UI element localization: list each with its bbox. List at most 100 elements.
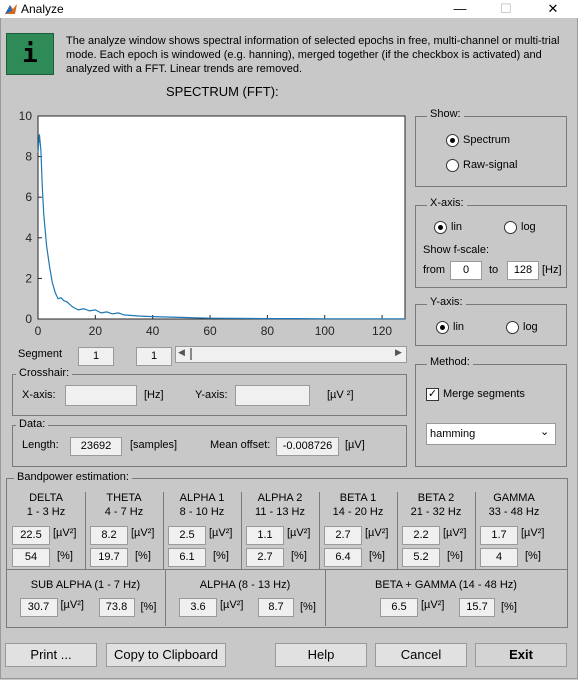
- window-title: Analyze: [21, 2, 64, 16]
- combined-band-name: BETA + GAMMA (14 - 48 Hz): [375, 579, 517, 591]
- exit-button[interactable]: Exit: [475, 643, 567, 667]
- x-tick-label: 100: [315, 324, 335, 338]
- yaxis-lin-radio[interactable]: [436, 321, 449, 334]
- x-tick-label: 120: [372, 324, 392, 338]
- merge-segments-checkbox[interactable]: ✓: [426, 388, 439, 401]
- xaxis-log-radio[interactable]: [504, 221, 517, 234]
- band-percent-field: 6.4: [324, 548, 362, 567]
- method-group: [415, 364, 567, 467]
- analyze-window: Analyze — ☐ ✕ i The analyze window shows…: [0, 0, 578, 680]
- band-divider: [163, 492, 164, 570]
- band-divider: [85, 492, 86, 570]
- crosshair-y-label: Y-axis:: [195, 389, 228, 401]
- band-divider: [319, 492, 320, 570]
- crosshair-title: Crosshair:: [16, 367, 73, 379]
- yaxis-log-label: log: [523, 321, 538, 333]
- chart-title: SPECTRUM (FFT):: [166, 84, 279, 99]
- help-button[interactable]: Help: [275, 643, 367, 667]
- combined-percent-unit: [%]: [501, 601, 517, 613]
- spectrum-label: Spectrum: [463, 134, 511, 146]
- band-name: ALPHA 1: [179, 492, 225, 504]
- to-input[interactable]: 128: [507, 261, 539, 280]
- band-name: DELTA: [29, 492, 63, 504]
- xaxis-title: X-axis:: [427, 197, 467, 209]
- method-title: Method:: [427, 356, 473, 368]
- fscale-label: Show f-scale:: [423, 244, 490, 256]
- band-range: 21 - 32 Hz: [410, 506, 462, 518]
- bandpower-divider: [6, 569, 567, 570]
- y-tick-label: 4: [25, 231, 32, 245]
- from-label: from: [423, 264, 445, 276]
- bandpower-title: Bandpower estimation:: [14, 471, 132, 483]
- print-button[interactable]: Print ...: [5, 643, 97, 667]
- segment-field-1[interactable]: 1: [78, 347, 114, 366]
- minimize-button[interactable]: —: [437, 0, 483, 18]
- band-power-unit: [µV²]: [287, 527, 311, 539]
- segment-field-2[interactable]: 1: [136, 347, 172, 366]
- maximize-button[interactable]: ☐: [483, 0, 529, 18]
- y-tick-label: 6: [25, 190, 32, 204]
- band-power-unit: [µV²]: [443, 527, 467, 539]
- from-input[interactable]: 0: [450, 261, 482, 280]
- band-name: THETA: [106, 492, 142, 504]
- close-button[interactable]: ✕: [530, 0, 576, 18]
- mean-offset-label: Mean offset:: [210, 439, 271, 451]
- cancel-button[interactable]: Cancel: [375, 643, 467, 667]
- band-percent-field: 5.2: [402, 548, 440, 567]
- combined-percent-unit: [%]: [300, 601, 316, 613]
- band-power-field: 2.2: [402, 526, 440, 545]
- band-power-unit: [µV²]: [365, 527, 389, 539]
- combined-band-name: SUB ALPHA (1 - 7 Hz): [30, 579, 141, 591]
- plot-area: [37, 115, 406, 320]
- band-name: BETA 1: [339, 492, 377, 504]
- band-percent-unit: [%]: [291, 550, 307, 562]
- band-percent-field: 4: [480, 548, 518, 567]
- x-tick-label: 60: [203, 324, 217, 338]
- band-percent-unit: [%]: [525, 550, 541, 562]
- band-percent-unit: [%]: [369, 550, 385, 562]
- band-name: BETA 2: [417, 492, 455, 504]
- yaxis-title: Y-axis:: [427, 296, 466, 308]
- title-bar: Analyze — ☐ ✕: [0, 0, 578, 18]
- band-power-field: 1.1: [246, 526, 284, 545]
- combined-power-field: 30.7: [19, 598, 58, 617]
- mean-offset-field: -0.008726: [276, 437, 339, 456]
- matlab-icon: [5, 4, 17, 14]
- combined-power-unit: [µV²]: [60, 599, 84, 611]
- chevron-down-icon[interactable]: ⌄: [540, 425, 549, 438]
- y-tick-label: 8: [25, 150, 32, 164]
- x-tick-label: 0: [35, 324, 42, 338]
- band-range: 14 - 20 Hz: [332, 506, 384, 518]
- y-tick-label: 2: [25, 271, 32, 285]
- xaxis-lin-label: lin: [451, 221, 463, 233]
- band-percent-unit: [%]: [213, 550, 229, 562]
- slider-left-arrow-icon[interactable]: ◀: [178, 347, 185, 358]
- spectrum-radio[interactable]: [446, 134, 459, 147]
- band-range: 4 - 7 Hz: [104, 506, 144, 518]
- crosshair-y-unit: [µV ²]: [327, 389, 354, 401]
- band-percent-field: 54: [12, 548, 50, 567]
- combined-percent-unit: [%]: [140, 601, 157, 613]
- length-unit: [samples]: [130, 439, 178, 451]
- band-percent-unit: [%]: [447, 550, 463, 562]
- crosshair-x-unit: [Hz]: [144, 389, 164, 401]
- show-title: Show:: [427, 108, 464, 120]
- band-percent-field: 6.1: [168, 548, 206, 567]
- merge-segments-label: Merge segments: [443, 388, 525, 400]
- band-percent-unit: [%]: [135, 550, 151, 562]
- yaxis-log-radio[interactable]: [506, 321, 519, 334]
- segment-slider[interactable]: ◀ ▶: [175, 346, 407, 363]
- xaxis-lin-radio[interactable]: [434, 221, 447, 234]
- band-power-field: 8.2: [90, 526, 128, 545]
- xaxis-log-label: log: [521, 221, 536, 233]
- crosshair-y-field: [235, 385, 310, 406]
- raw-signal-radio[interactable]: [446, 159, 459, 172]
- window-select[interactable]: hamming ⌄: [426, 423, 556, 445]
- slider-right-arrow-icon[interactable]: ▶: [395, 347, 402, 358]
- band-power-unit: [µV²]: [521, 527, 545, 539]
- combined-divider: [165, 570, 166, 626]
- band-divider: [241, 492, 242, 570]
- slider-thumb[interactable]: [190, 348, 192, 360]
- copy-to-clipboard-button[interactable]: Copy to Clipboard: [106, 643, 226, 667]
- y-tick-label: 10: [19, 109, 33, 123]
